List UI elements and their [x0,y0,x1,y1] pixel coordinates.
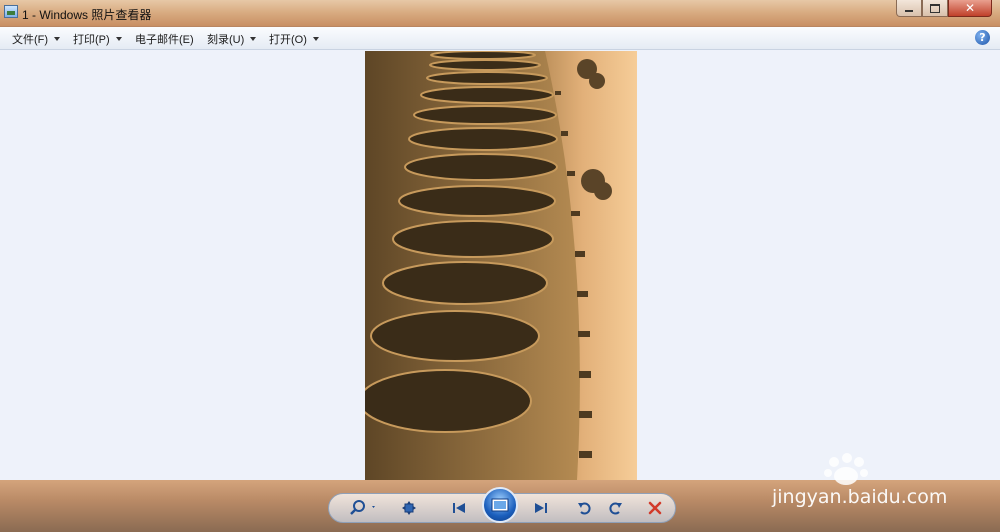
displayed-photo [365,51,637,480]
menu-burn[interactable]: 刻录(U) [207,31,257,47]
previous-button[interactable] [448,499,470,517]
slideshow-icon [491,498,509,512]
minimize-button[interactable] [896,0,922,17]
menu-print[interactable]: 打印(P) [73,31,122,47]
previous-icon [453,503,465,513]
maximize-icon [930,3,940,13]
minimize-icon [905,10,913,12]
next-icon [535,503,547,513]
menu-file[interactable]: 文件(F) [12,31,61,47]
chevron-down-icon [250,37,257,41]
slideshow-button[interactable] [482,487,518,523]
rotate-left-button[interactable] [574,499,596,517]
close-button[interactable]: ✕ [948,0,992,17]
menu-open-label: 打开(O) [269,34,307,46]
chevron-down-icon [115,37,122,41]
photo-viewer-app-icon [4,5,18,18]
rotate-right-button[interactable] [604,499,626,517]
watermark-text: jingyan.baidu.com [772,486,948,508]
menu-bar: 文件(F) 打印(P) 电子邮件(E) 刻录(U) 打开(O) ? [0,27,1000,50]
zoom-button[interactable] [346,499,380,517]
chevron-down-icon [312,37,319,41]
actual-size-button[interactable] [398,499,420,517]
help-icon[interactable]: ? [975,30,990,45]
window-controls: ✕ [896,0,992,18]
title-bar: 1 - Windows 照片查看器 ✕ [0,0,1000,27]
maximize-button[interactable] [922,0,948,17]
delete-button[interactable] [644,499,666,517]
bridge-photo-image [365,51,637,480]
menu-email-label: 电子邮件(E) [135,34,194,46]
image-viewing-area [0,51,1000,480]
menu-file-label: 文件(F) [12,34,49,46]
next-button[interactable] [530,499,552,517]
chevron-down-icon [54,37,61,41]
close-icon: ✕ [964,1,976,15]
window-title: 1 - Windows 照片查看器 [22,8,152,22]
menu-burn-label: 刻录(U) [207,34,245,46]
delete-icon [648,501,662,515]
menu-print-label: 打印(P) [73,34,110,46]
rotate-ccw-icon [578,502,591,515]
menu-open[interactable]: 打开(O) [269,31,319,47]
fit-icon [402,501,416,515]
magnifier-icon [350,500,375,515]
menu-email[interactable]: 电子邮件(E) [135,31,194,47]
rotate-cw-icon [609,502,622,515]
